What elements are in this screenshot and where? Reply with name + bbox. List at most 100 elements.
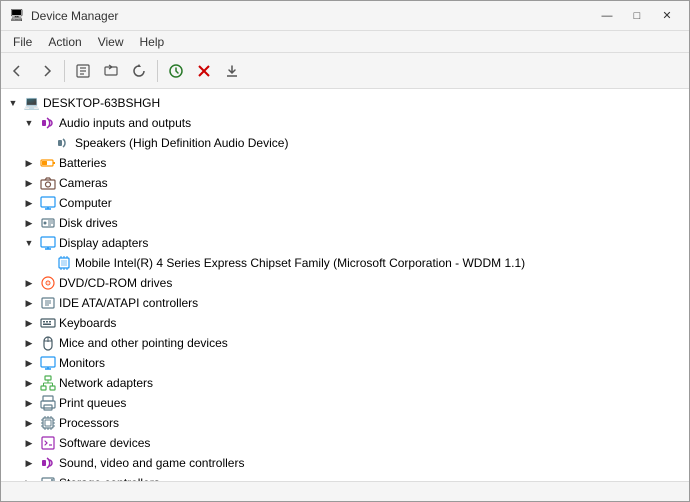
list-item[interactable]: ▶ Network adapters [1, 373, 689, 393]
menu-file[interactable]: File [5, 33, 40, 51]
download-button[interactable] [219, 58, 245, 84]
print-label: Print queues [59, 396, 126, 410]
list-item[interactable]: ▶ Mobile Intel(R) 4 Series Express Chips… [1, 253, 689, 273]
dvd-expander[interactable]: ▶ [21, 275, 37, 291]
list-item[interactable]: ▶ Processors [1, 413, 689, 433]
ide-label: IDE ATA/ATAPI controllers [59, 296, 198, 310]
update-driver-button[interactable] [98, 58, 124, 84]
print-icon [40, 395, 56, 411]
audio-expander[interactable]: ▼ [21, 115, 37, 131]
disk-icon [40, 215, 56, 231]
print-expander[interactable]: ▶ [21, 395, 37, 411]
software-icon [40, 435, 56, 451]
monitors-icon [40, 355, 56, 371]
scan-button[interactable] [163, 58, 189, 84]
disk-label: Disk drives [59, 216, 118, 230]
network-icon [40, 375, 56, 391]
properties-button[interactable] [70, 58, 96, 84]
chip-label: Mobile Intel(R) 4 Series Express Chipset… [75, 256, 525, 270]
root-icon: 💻 [24, 95, 40, 111]
keyboard-label: Keyboards [59, 316, 116, 330]
cameras-expander[interactable]: ▶ [21, 175, 37, 191]
toolbar [1, 53, 689, 89]
processor-label: Processors [59, 416, 119, 430]
title-bar-controls: — □ ✕ [593, 5, 681, 27]
title-bar: 🖥 Device Manager — □ ✕ [1, 1, 689, 31]
tree-root[interactable]: ▼ 💻 DESKTOP-63BSHGH [1, 93, 689, 113]
list-item[interactable]: ▶ Sound, video and game controllers [1, 453, 689, 473]
close-button[interactable]: ✕ [653, 5, 681, 27]
speaker-icon [56, 135, 72, 151]
list-item[interactable]: ▶ Mice and other pointing devices [1, 333, 689, 353]
dvd-icon [40, 275, 56, 291]
list-item[interactable]: ▶ IDE ATA/ATAPI controllers [1, 293, 689, 313]
keyboard-expander[interactable]: ▶ [21, 315, 37, 331]
speaker-label: Speakers (High Definition Audio Device) [75, 136, 288, 150]
display-label: Display adapters [59, 236, 148, 250]
list-item[interactable]: ▶ Disk drives [1, 213, 689, 233]
toolbar-sep-1 [64, 60, 65, 82]
batteries-label: Batteries [59, 156, 106, 170]
monitors-expander[interactable]: ▶ [21, 355, 37, 371]
list-item[interactable]: ▶ Batteries [1, 153, 689, 173]
dvd-label: DVD/CD-ROM drives [59, 276, 172, 290]
window-icon: 🖥 [9, 8, 25, 24]
sound-label: Sound, video and game controllers [59, 456, 244, 470]
menu-view[interactable]: View [90, 33, 132, 51]
list-item[interactable]: ▶ Print queues [1, 393, 689, 413]
toolbar-sep-2 [157, 60, 158, 82]
disk-expander[interactable]: ▶ [21, 215, 37, 231]
network-label: Network adapters [59, 376, 153, 390]
software-expander[interactable]: ▶ [21, 435, 37, 451]
root-label: DESKTOP-63BSHGH [43, 96, 160, 110]
computer-label: Computer [59, 196, 112, 210]
title-bar-left: 🖥 Device Manager [9, 8, 118, 24]
list-item[interactable]: ▶ Computer [1, 193, 689, 213]
menu-action[interactable]: Action [40, 33, 89, 51]
cameras-label: Cameras [59, 176, 108, 190]
menu-help[interactable]: Help [132, 33, 173, 51]
forward-button[interactable] [33, 58, 59, 84]
monitors-label: Monitors [59, 356, 105, 370]
list-item[interactable]: ▶ Storage controllers [1, 473, 689, 481]
status-bar [1, 481, 689, 501]
tree-view[interactable]: ▼ 💻 DESKTOP-63BSHGH ▼ Audio inputs and o… [1, 89, 689, 481]
cameras-icon [40, 175, 56, 191]
processor-icon [40, 415, 56, 431]
device-manager-window: 🖥 Device Manager — □ ✕ File Action View … [0, 0, 690, 502]
list-item[interactable]: ▶ Speakers (High Definition Audio Device… [1, 133, 689, 153]
list-item[interactable]: ▶ DVD/CD-ROM drives [1, 273, 689, 293]
mice-icon [40, 335, 56, 351]
ide-expander[interactable]: ▶ [21, 295, 37, 311]
refresh-button[interactable] [126, 58, 152, 84]
main-content: ▼ 💻 DESKTOP-63BSHGH ▼ Audio inputs and o… [1, 89, 689, 481]
minimize-button[interactable]: — [593, 5, 621, 27]
software-label: Software devices [59, 436, 150, 450]
batteries-icon [40, 155, 56, 171]
mice-label: Mice and other pointing devices [59, 336, 228, 350]
keyboard-icon [40, 315, 56, 331]
uninstall-button[interactable] [191, 58, 217, 84]
processor-expander[interactable]: ▶ [21, 415, 37, 431]
batteries-expander[interactable]: ▶ [21, 155, 37, 171]
display-expander[interactable]: ▼ [21, 235, 37, 251]
list-item[interactable]: ▶ Cameras [1, 173, 689, 193]
network-expander[interactable]: ▶ [21, 375, 37, 391]
sound-expander[interactable]: ▶ [21, 455, 37, 471]
list-item[interactable]: ▶ Monitors [1, 353, 689, 373]
list-item[interactable]: ▼ Audio inputs and outputs [1, 113, 689, 133]
maximize-button[interactable]: □ [623, 5, 651, 27]
display-icon [40, 235, 56, 251]
root-expander[interactable]: ▼ [5, 95, 21, 111]
list-item[interactable]: ▶ Software devices [1, 433, 689, 453]
back-button[interactable] [5, 58, 31, 84]
audio-icon [40, 115, 56, 131]
window-title: Device Manager [31, 9, 118, 23]
menu-bar: File Action View Help [1, 31, 689, 53]
list-item[interactable]: ▼ Display adapters [1, 233, 689, 253]
mice-expander[interactable]: ▶ [21, 335, 37, 351]
computer-expander[interactable]: ▶ [21, 195, 37, 211]
sound-icon [40, 455, 56, 471]
ide-icon [40, 295, 56, 311]
list-item[interactable]: ▶ Keyboards [1, 313, 689, 333]
